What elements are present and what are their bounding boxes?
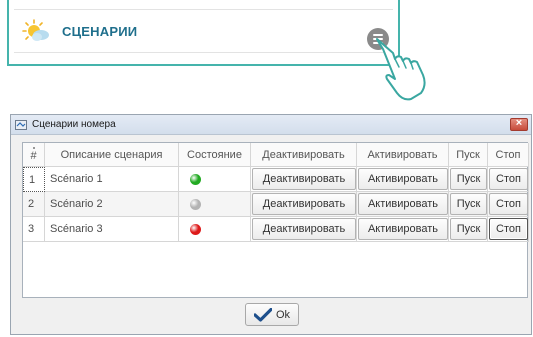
status-led-icon	[190, 198, 201, 210]
column-header-state[interactable]: Состояние	[179, 143, 251, 167]
scenarios-header-panel: СЦЕНАРИИ	[7, 0, 400, 66]
table-row[interactable]: 1 Scénario 1 Деактивировать Активировать…	[23, 167, 529, 192]
scenarios-table: # Описание сценария Состояние Деактивиро…	[22, 142, 529, 298]
stop-button[interactable]: Стоп	[489, 168, 528, 190]
deactivate-button[interactable]: Деактивировать	[252, 193, 356, 215]
deactivate-button[interactable]: Деактивировать	[252, 168, 356, 190]
ok-button[interactable]: Ok	[245, 303, 299, 326]
description-cell[interactable]: Scénario 1	[45, 167, 179, 192]
window-app-icon	[15, 120, 27, 130]
checkmark-icon	[254, 308, 272, 322]
description-cell[interactable]: Scénario 3	[45, 217, 179, 242]
start-button[interactable]: Пуск	[450, 218, 487, 240]
close-button[interactable]: ×	[510, 117, 528, 131]
state-cell	[179, 192, 251, 217]
close-icon: ×	[515, 117, 523, 129]
activate-button[interactable]: Активировать	[358, 193, 448, 215]
column-header-description[interactable]: Описание сценария	[45, 143, 179, 167]
activate-button[interactable]: Активировать	[358, 168, 448, 190]
column-header-deactivate[interactable]: Деактивировать	[251, 143, 357, 167]
scenarios-title: СЦЕНАРИИ	[62, 24, 138, 39]
row-number-cell[interactable]: 3	[23, 217, 45, 242]
pointing-hand-icon	[376, 38, 426, 101]
window-title: Сценарии номера	[32, 119, 116, 130]
scenarios-header-bar: СЦЕНАРИИ	[14, 9, 393, 53]
row-number-cell[interactable]: 1	[23, 167, 45, 192]
stop-button[interactable]: Стоп	[489, 193, 528, 215]
status-led-icon	[190, 223, 201, 235]
description-cell[interactable]: Scénario 2	[45, 192, 179, 217]
table-header-row: # Описание сценария Состояние Деактивиро…	[23, 143, 529, 167]
start-button[interactable]: Пуск	[450, 168, 487, 190]
sun-cloud-icon	[22, 19, 49, 41]
column-header-activate[interactable]: Активировать	[357, 143, 449, 167]
column-header-number[interactable]: #	[23, 143, 45, 167]
ok-label: Ok	[276, 309, 291, 321]
column-header-start[interactable]: Пуск	[449, 143, 488, 167]
table-row[interactable]: 3 Scénario 3 Деактивировать Активировать…	[23, 217, 529, 242]
table-row[interactable]: 2 Scénario 2 Деактивировать Активировать…	[23, 192, 529, 217]
window-titlebar: Сценарии номера ×	[11, 115, 531, 135]
state-cell	[179, 217, 251, 242]
column-header-stop[interactable]: Стоп	[488, 143, 529, 167]
deactivate-button[interactable]: Деактивировать	[252, 218, 356, 240]
scenarios-dialog: Сценарии номера × # Описание сценария Со…	[10, 114, 532, 335]
activate-button[interactable]: Активировать	[358, 218, 448, 240]
status-led-icon	[190, 173, 201, 185]
stop-button[interactable]: Стоп	[489, 218, 528, 240]
start-button[interactable]: Пуск	[450, 193, 487, 215]
state-cell	[179, 167, 251, 192]
row-number-cell[interactable]: 2	[23, 192, 45, 217]
